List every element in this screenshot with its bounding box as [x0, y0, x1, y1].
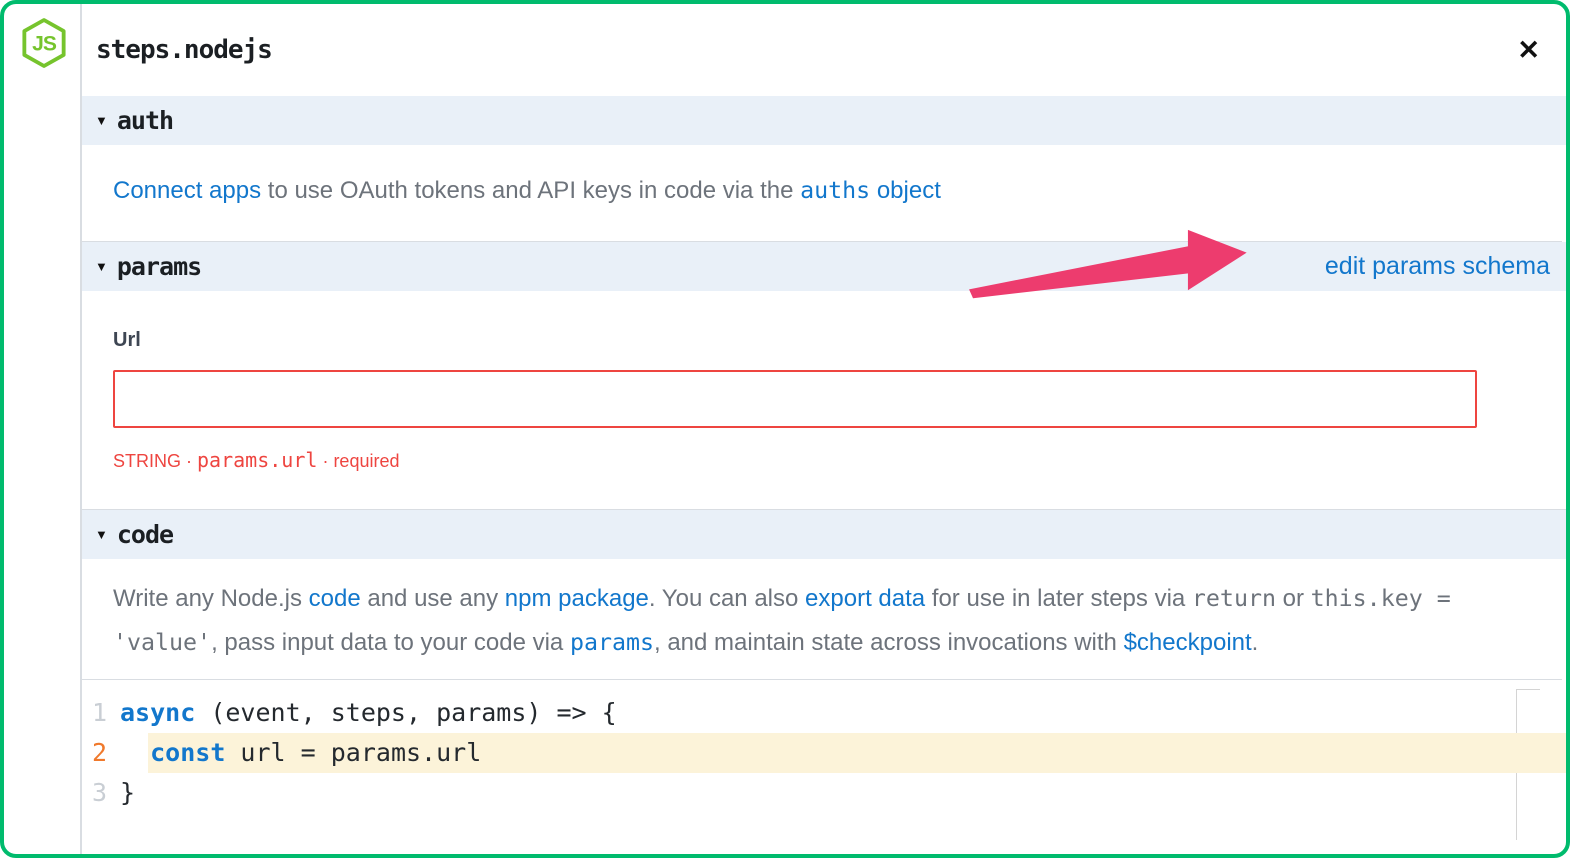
- inline-link[interactable]: auths: [800, 177, 870, 204]
- code-content: }: [120, 773, 135, 813]
- text-segment: .: [1252, 629, 1259, 656]
- line-number: 2: [82, 733, 120, 773]
- sidebar: JS: [4, 4, 82, 854]
- text-segment: ·: [317, 451, 333, 471]
- url-field-meta: STRING · params.url · required: [113, 448, 1477, 472]
- code-token: url = params.url: [225, 738, 481, 767]
- code-line[interactable]: 1async (event, steps, params) => {: [82, 693, 1566, 733]
- code-content: const url = params.url: [120, 733, 481, 773]
- code-token: }: [120, 778, 135, 807]
- edit-params-schema-link[interactable]: edit params schema: [1325, 252, 1550, 281]
- inline-link[interactable]: Connect apps: [113, 177, 261, 204]
- auth-description: Connect apps to use OAuth tokens and API…: [82, 145, 1562, 242]
- text-segment: or: [1276, 585, 1311, 612]
- text-segment: params.url: [197, 448, 317, 472]
- inline-link[interactable]: object: [870, 177, 941, 204]
- close-icon[interactable]: ✕: [1517, 37, 1540, 64]
- text-segment: . You can also: [649, 585, 805, 612]
- text-segment: , pass input data to your code via: [211, 629, 570, 656]
- keyword-token: async: [120, 698, 195, 727]
- code-content: async (event, steps, params) => {: [120, 693, 617, 733]
- nodejs-logo: JS: [21, 17, 67, 69]
- text-segment: required: [333, 451, 399, 471]
- params-body: Url STRING · params.url · required: [82, 291, 1566, 510]
- code-description: Write any Node.js code and use any npm p…: [82, 559, 1562, 680]
- code-token: [120, 738, 150, 767]
- section-header-params[interactable]: ▼ params edit params schema: [82, 242, 1566, 291]
- text-segment: STRING: [113, 451, 181, 471]
- section-label-params: params: [117, 252, 201, 281]
- section-header-code[interactable]: ▼ code: [82, 510, 1566, 559]
- inline-link[interactable]: code: [309, 585, 361, 612]
- keyword-token: const: [150, 738, 225, 767]
- url-input[interactable]: [113, 370, 1477, 428]
- code-line[interactable]: 3}: [82, 773, 1566, 813]
- text-segment: and use any: [361, 585, 505, 612]
- inline-link[interactable]: $checkpoint: [1124, 629, 1252, 656]
- step-editor-panel: JS steps.nodejs ✕ ▼ auth Connect apps to…: [0, 0, 1570, 858]
- nodejs-hexagon-icon: JS: [21, 17, 67, 69]
- text-segment: return: [1192, 585, 1276, 612]
- titlebar: steps.nodejs ✕: [82, 4, 1566, 96]
- section-label-auth: auth: [117, 106, 173, 135]
- inline-link[interactable]: npm package: [505, 585, 649, 612]
- code-line[interactable]: 2 const url = params.url: [82, 733, 1566, 773]
- line-number: 3: [82, 773, 120, 813]
- text-segment: for use in later steps via: [925, 585, 1192, 612]
- inline-link[interactable]: params: [570, 629, 654, 656]
- url-field-label: Url: [113, 329, 1477, 352]
- collapse-triangle-icon[interactable]: ▼: [95, 260, 108, 273]
- text-segment: to use OAuth tokens and API keys in code…: [261, 177, 800, 204]
- text-segment: Write any Node.js: [113, 585, 309, 612]
- code-editor[interactable]: 1async (event, steps, params) => {2 cons…: [82, 680, 1566, 854]
- main-panel: steps.nodejs ✕ ▼ auth Connect apps to us…: [82, 4, 1566, 854]
- svg-text:JS: JS: [32, 33, 57, 56]
- code-token: (event, steps, params) => {: [195, 698, 616, 727]
- line-number: 1: [82, 693, 120, 733]
- collapse-triangle-icon[interactable]: ▼: [95, 114, 108, 127]
- section-header-auth[interactable]: ▼ auth: [82, 96, 1566, 145]
- text-segment: , and maintain state across invocations …: [654, 629, 1124, 656]
- collapse-triangle-icon[interactable]: ▼: [95, 528, 108, 541]
- inline-link[interactable]: export data: [805, 585, 925, 612]
- step-title: steps.nodejs: [96, 35, 272, 65]
- text-segment: ·: [181, 451, 197, 471]
- section-label-code: code: [117, 520, 173, 549]
